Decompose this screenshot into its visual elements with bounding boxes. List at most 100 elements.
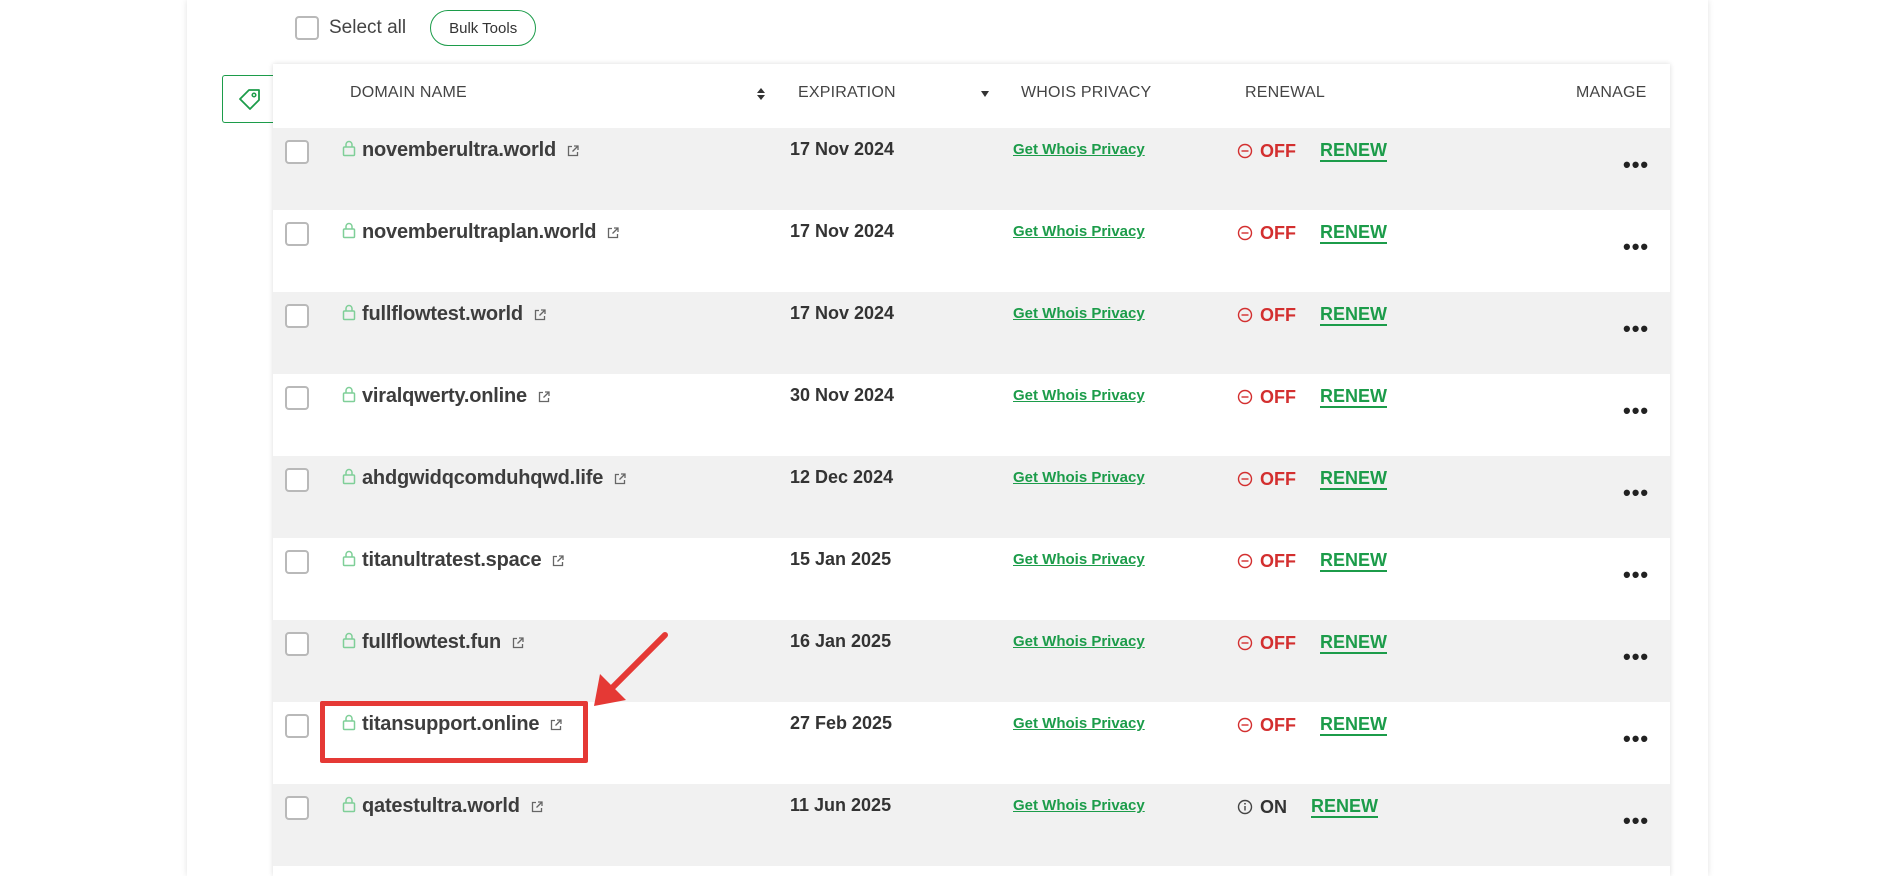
domain-name-link[interactable]: ahdgwidqcomduhqwd.life: [362, 467, 627, 490]
renewal-status: OFF RENEW: [1237, 550, 1387, 572]
row-checkbox[interactable]: [285, 796, 309, 820]
get-whois-privacy-link[interactable]: Get Whois Privacy: [1013, 715, 1145, 732]
domain-name-text: ahdgwidqcomduhqwd.life: [362, 467, 604, 489]
external-link-icon[interactable]: [533, 308, 547, 322]
annotation-arrow: [594, 632, 668, 706]
external-link-icon[interactable]: [566, 144, 580, 158]
disabled-circle-icon: [1237, 717, 1253, 733]
auto-renew-status[interactable]: OFF: [1260, 305, 1296, 326]
renewal-status: OFF RENEW: [1237, 468, 1387, 490]
header-expiration[interactable]: EXPIRATION: [798, 84, 896, 102]
auto-renew-status[interactable]: OFF: [1260, 469, 1296, 490]
renewal-status: OFF RENEW: [1237, 714, 1387, 736]
expiration-date: 16 Jan 2025: [790, 631, 892, 651]
domain-name-text: fullflowtest.world: [362, 303, 523, 325]
auto-renew-status[interactable]: OFF: [1260, 551, 1296, 572]
domain-name-link[interactable]: novemberultra.world: [362, 139, 580, 162]
renewal-status: OFF RENEW: [1237, 304, 1387, 326]
renew-button[interactable]: RENEW: [1311, 796, 1378, 818]
table-row: ahdgwidqcomduhqwd.life 12 Dec 2024 Get W…: [273, 456, 1670, 538]
renew-button[interactable]: RENEW: [1320, 222, 1387, 244]
renew-button[interactable]: RENEW: [1320, 550, 1387, 572]
bulk-toolbar: Select all Bulk Tools: [295, 10, 537, 46]
row-checkbox[interactable]: [285, 632, 309, 656]
row-checkbox[interactable]: [285, 140, 309, 164]
lock-icon: [342, 796, 356, 813]
disabled-circle-icon: [1237, 553, 1253, 569]
auto-renew-status[interactable]: ON: [1260, 797, 1287, 818]
get-whois-privacy-link[interactable]: Get Whois Privacy: [1013, 305, 1145, 322]
row-checkbox[interactable]: [285, 714, 309, 738]
auto-renew-status[interactable]: OFF: [1260, 387, 1296, 408]
more-options-icon[interactable]: •••: [1623, 562, 1649, 588]
more-options-icon[interactable]: •••: [1623, 644, 1649, 670]
external-link-icon[interactable]: [530, 800, 544, 814]
row-checkbox[interactable]: [285, 386, 309, 410]
get-whois-privacy-link[interactable]: Get Whois Privacy: [1013, 633, 1145, 650]
get-whois-privacy-link[interactable]: Get Whois Privacy: [1013, 797, 1145, 814]
renew-button[interactable]: RENEW: [1320, 140, 1387, 162]
renewal-status: ON RENEW: [1237, 796, 1378, 818]
sort-both-icon[interactable]: [756, 86, 766, 102]
auto-renew-status[interactable]: OFF: [1260, 633, 1296, 654]
select-all-checkbox[interactable]: [295, 16, 319, 40]
row-checkbox[interactable]: [285, 222, 309, 246]
disabled-circle-icon: [1237, 225, 1253, 241]
external-link-icon[interactable]: [511, 636, 525, 650]
expiration-date: 17 Nov 2024: [790, 303, 895, 323]
renewal-status: OFF RENEW: [1237, 222, 1387, 244]
domain-name-link[interactable]: viralqwerty.online: [362, 385, 551, 408]
more-options-icon[interactable]: •••: [1623, 726, 1649, 752]
more-options-icon[interactable]: •••: [1623, 480, 1649, 506]
get-whois-privacy-link[interactable]: Get Whois Privacy: [1013, 469, 1145, 486]
get-whois-privacy-link[interactable]: Get Whois Privacy: [1013, 223, 1145, 240]
renew-button[interactable]: RENEW: [1320, 632, 1387, 654]
lock-icon: [342, 468, 356, 485]
more-options-icon[interactable]: •••: [1623, 808, 1649, 834]
disabled-circle-icon: [1237, 389, 1253, 405]
auto-renew-status[interactable]: OFF: [1260, 715, 1296, 736]
get-whois-privacy-link[interactable]: Get Whois Privacy: [1013, 387, 1145, 404]
external-link-icon[interactable]: [551, 554, 565, 568]
renew-button[interactable]: RENEW: [1320, 386, 1387, 408]
more-options-icon[interactable]: •••: [1623, 234, 1649, 260]
tag-filter-button[interactable]: [222, 75, 276, 123]
more-options-icon[interactable]: •••: [1623, 152, 1649, 178]
bulk-tools-button[interactable]: Bulk Tools: [430, 10, 537, 46]
expiration-date: 17 Nov 2024: [790, 221, 895, 241]
external-link-icon[interactable]: [613, 472, 627, 486]
domain-name-link[interactable]: fullflowtest.world: [362, 303, 547, 326]
domain-name-link[interactable]: qatestultra.world: [362, 795, 544, 818]
renewal-status: OFF RENEW: [1237, 632, 1387, 654]
expiration-date: 17 Nov 2024: [790, 139, 895, 159]
more-options-icon[interactable]: •••: [1623, 398, 1649, 424]
domain-name-text: novemberultraplan.world: [362, 221, 597, 243]
domain-name-link[interactable]: novemberultraplan.world: [362, 221, 620, 244]
expiration-date: 15 Jan 2025: [790, 549, 892, 569]
renew-button[interactable]: RENEW: [1320, 714, 1387, 736]
external-link-icon[interactable]: [606, 226, 620, 240]
row-checkbox[interactable]: [285, 550, 309, 574]
header-domain-name[interactable]: DOMAIN NAME: [350, 84, 467, 102]
renew-button[interactable]: RENEW: [1320, 468, 1387, 490]
renewal-status: OFF RENEW: [1237, 140, 1387, 162]
disabled-circle-icon: [1237, 635, 1253, 651]
row-checkbox[interactable]: [285, 468, 309, 492]
expiration-date: 11 Jun 2025: [790, 795, 892, 815]
get-whois-privacy-link[interactable]: Get Whois Privacy: [1013, 141, 1145, 158]
external-link-icon[interactable]: [537, 390, 551, 404]
domain-name-text: titanultratest.space: [362, 549, 542, 571]
lock-icon: [342, 386, 356, 403]
table-row: qatestultra.world 11 Jun 2025 Get Whois …: [273, 784, 1670, 866]
table-row: fullflowtest.world 17 Nov 2024 Get Whois…: [273, 292, 1670, 374]
auto-renew-status[interactable]: OFF: [1260, 223, 1296, 244]
row-checkbox[interactable]: [285, 304, 309, 328]
get-whois-privacy-link[interactable]: Get Whois Privacy: [1013, 551, 1145, 568]
domain-name-link[interactable]: titanultratest.space: [362, 549, 565, 572]
more-options-icon[interactable]: •••: [1623, 316, 1649, 342]
domain-name-link[interactable]: fullflowtest.fun: [362, 631, 525, 654]
sort-down-icon[interactable]: [980, 89, 990, 99]
domain-name-text: novemberultra.world: [362, 139, 557, 161]
auto-renew-status[interactable]: OFF: [1260, 141, 1296, 162]
renew-button[interactable]: RENEW: [1320, 304, 1387, 326]
